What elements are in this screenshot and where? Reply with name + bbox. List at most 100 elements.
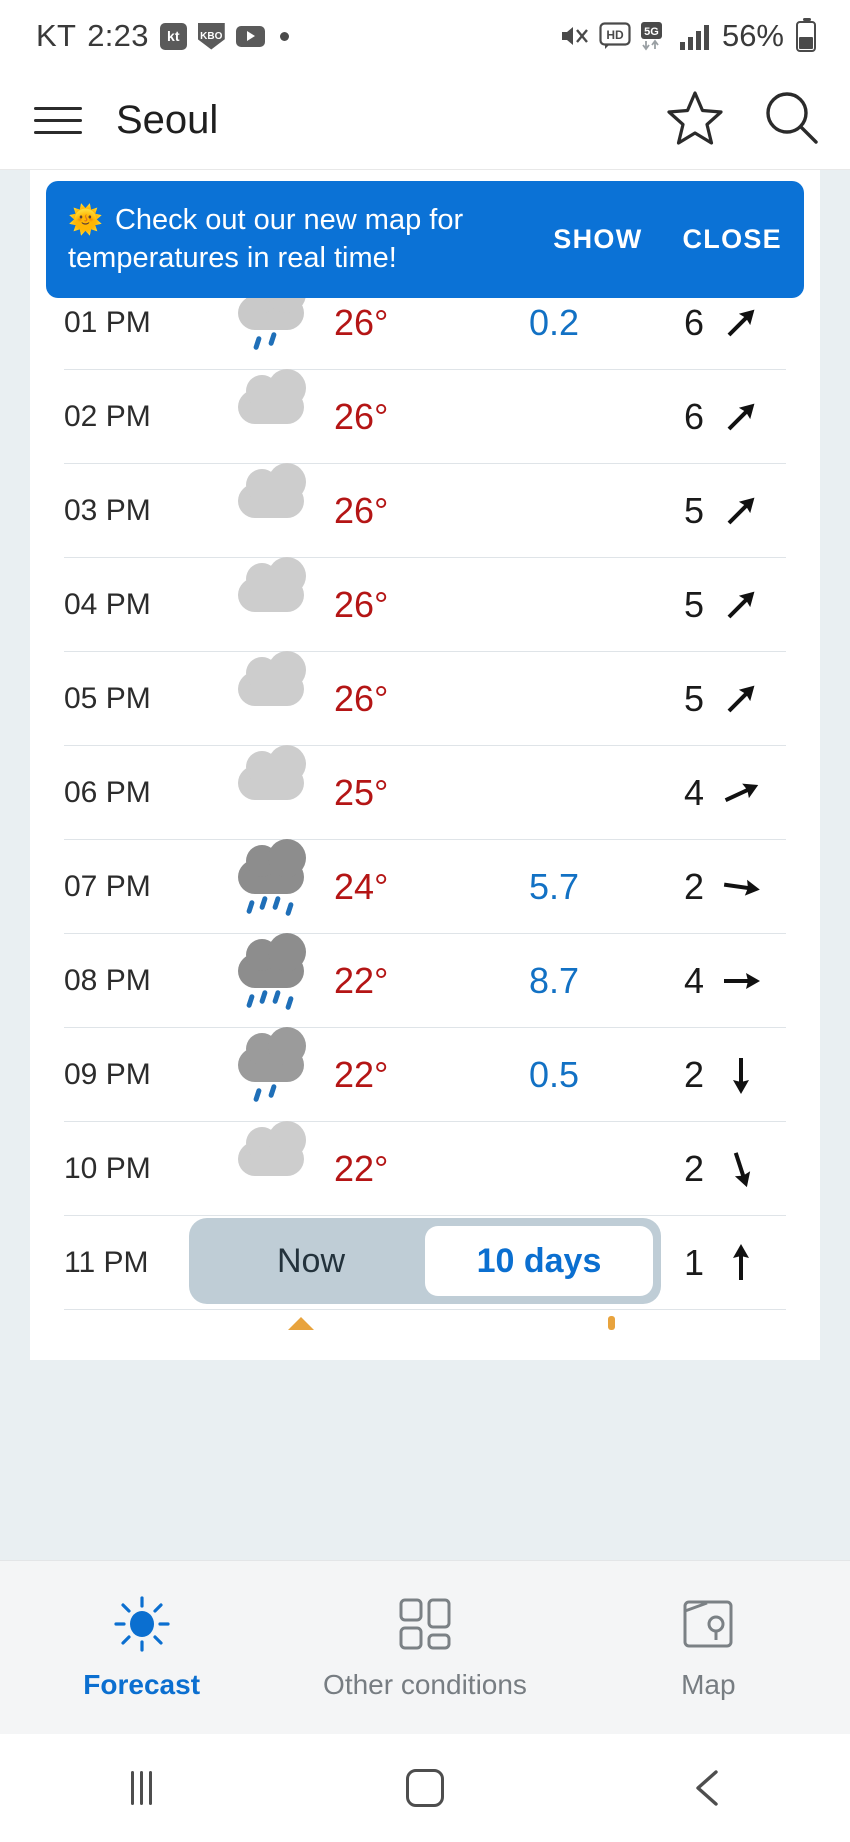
cloud-icon xyxy=(228,1120,320,1204)
row-weather-icon xyxy=(214,838,334,922)
phone-screen: KT 2:23 kt KBO HD 5G 56% Seoul 🌞 Check o… xyxy=(0,0,850,1842)
status-bar-left: KT 2:23 kt KBO xyxy=(36,18,289,54)
row-temperature: 26° xyxy=(334,395,389,437)
signal-bars-icon xyxy=(679,21,711,51)
row-time: 08 PM xyxy=(64,963,151,997)
5g-icon: 5G xyxy=(640,21,670,51)
table-row[interactable]: 02 PM 26° 6 xyxy=(64,368,786,464)
row-wind-speed: 2 xyxy=(683,1053,704,1095)
hamburger-icon[interactable] xyxy=(34,107,82,134)
row-time: 07 PM xyxy=(64,869,151,903)
table-row[interactable]: 07 PM 24° 5.7 2 xyxy=(64,838,786,934)
row-weather-icon xyxy=(214,650,334,734)
row-temperature: 22° xyxy=(334,959,389,1001)
grid-icon xyxy=(397,1595,453,1653)
search-icon[interactable] xyxy=(764,90,820,151)
chart-marker-icon xyxy=(288,1317,314,1330)
sun-icon xyxy=(113,1595,171,1653)
row-temperature: 26° xyxy=(334,301,389,343)
row-weather-icon xyxy=(214,1026,334,1110)
kt-app-icon: kt xyxy=(159,22,187,50)
hd-icon: HD xyxy=(599,22,631,50)
map-pin-icon xyxy=(681,1595,735,1653)
row-wind: 5 xyxy=(639,582,786,628)
wind-direction-arrow-icon xyxy=(718,864,764,910)
hourly-forecast-list: 01 PM 26° 0.2 6 02 PM 26° 6 03 PM 26° 5 … xyxy=(30,274,820,1310)
app-bar-actions xyxy=(666,90,820,151)
row-wind: 2 xyxy=(639,864,786,910)
wind-direction-arrow-icon xyxy=(718,488,764,534)
chart-marker-icon xyxy=(608,1316,615,1330)
promo-banner-message: Check out our new map for temperatures i… xyxy=(68,204,464,275)
table-row[interactable]: 05 PM 26° 5 xyxy=(64,650,786,746)
row-wind-speed: 6 xyxy=(683,395,704,437)
cloud-icon xyxy=(228,650,320,734)
row-wind: 2 xyxy=(639,1052,786,1098)
toggle-now[interactable]: Now xyxy=(197,1226,425,1296)
wind-direction-arrow-icon xyxy=(718,676,764,722)
row-weather-icon xyxy=(214,556,334,640)
wind-direction-arrow-icon xyxy=(718,1146,764,1192)
nav-label-map: Map xyxy=(681,1668,736,1700)
row-wind-speed: 1 xyxy=(683,1241,704,1283)
row-wind: 5 xyxy=(639,488,786,534)
status-clock: 2:23 xyxy=(87,18,149,53)
promo-banner: 🌞 Check out our new map for temperatures… xyxy=(46,181,804,298)
row-weather-icon xyxy=(214,462,334,546)
table-row[interactable]: 06 PM 25° 4 xyxy=(64,744,786,840)
status-bar: KT 2:23 kt KBO HD 5G 56% xyxy=(0,0,850,72)
table-row[interactable]: 10 PM 22° 2 xyxy=(64,1120,786,1216)
row-wind-speed: 4 xyxy=(683,959,704,1001)
wind-direction-arrow-icon xyxy=(718,1240,764,1286)
toggle-10-days[interactable]: 10 days xyxy=(425,1226,653,1296)
nav-item-map[interactable]: Map xyxy=(567,1595,850,1701)
row-precipitation: 0.5 xyxy=(528,1053,580,1095)
wind-direction-arrow-icon xyxy=(718,394,764,440)
row-temperature: 26° xyxy=(334,583,389,625)
nav-label-forecast: Forecast xyxy=(83,1668,201,1700)
nav-label-other-conditions: Other conditions xyxy=(323,1668,527,1700)
row-time: 01 PM xyxy=(64,305,151,339)
home-icon[interactable] xyxy=(283,1769,566,1807)
row-temperature: 25° xyxy=(334,771,389,813)
row-precipitation: 5.7 xyxy=(528,865,580,907)
row-wind-speed: 4 xyxy=(683,771,704,813)
row-weather-icon xyxy=(214,744,334,828)
banner-show-button[interactable]: SHOW xyxy=(553,224,642,255)
cloud-icon xyxy=(228,556,320,640)
row-weather-icon xyxy=(214,274,334,358)
kbo-app-icon: KBO xyxy=(197,22,225,50)
row-time: 10 PM xyxy=(64,1151,151,1185)
row-wind: 6 xyxy=(639,300,786,346)
row-time: 03 PM xyxy=(64,493,151,527)
sun-emoji-icon: 🌞 xyxy=(68,204,103,235)
status-bar-right: HD 5G 56% xyxy=(560,17,816,54)
wind-direction-arrow-icon xyxy=(718,1052,764,1098)
table-row[interactable]: 08 PM 22° 8.7 4 xyxy=(64,932,786,1028)
star-icon[interactable] xyxy=(666,90,724,151)
table-row[interactable]: 09 PM 22° 0.5 2 xyxy=(64,1026,786,1122)
row-precipitation: 0.2 xyxy=(528,301,580,343)
battery-percent-label: 56% xyxy=(721,18,784,53)
wind-direction-arrow-icon xyxy=(718,582,764,628)
banner-close-button[interactable]: CLOSE xyxy=(682,224,782,255)
row-temperature: 24° xyxy=(334,865,389,907)
table-row[interactable]: 04 PM 26° 5 xyxy=(64,556,786,652)
table-row[interactable]: 03 PM 26° 5 xyxy=(64,462,786,558)
row-wind: 4 xyxy=(639,958,786,1004)
row-wind-speed: 5 xyxy=(683,677,704,719)
back-icon[interactable] xyxy=(567,1767,850,1809)
wind-direction-arrow-icon xyxy=(718,300,764,346)
battery-icon xyxy=(796,17,816,52)
promo-banner-text: 🌞 Check out our new map for temperatures… xyxy=(68,201,553,278)
page-title: Seoul xyxy=(116,98,219,142)
app-bar: Seoul xyxy=(0,72,850,170)
recents-icon[interactable] xyxy=(0,1771,283,1805)
nav-item-other-conditions[interactable]: Other conditions xyxy=(283,1595,566,1701)
forecast-card: 🌞 Check out our new map for temperatures… xyxy=(30,170,820,1360)
svg-text:HD: HD xyxy=(606,28,624,42)
row-time: 06 PM xyxy=(64,775,151,809)
nav-item-forecast[interactable]: Forecast xyxy=(0,1595,283,1701)
row-wind-speed: 5 xyxy=(683,583,704,625)
row-time: 05 PM xyxy=(64,681,151,715)
